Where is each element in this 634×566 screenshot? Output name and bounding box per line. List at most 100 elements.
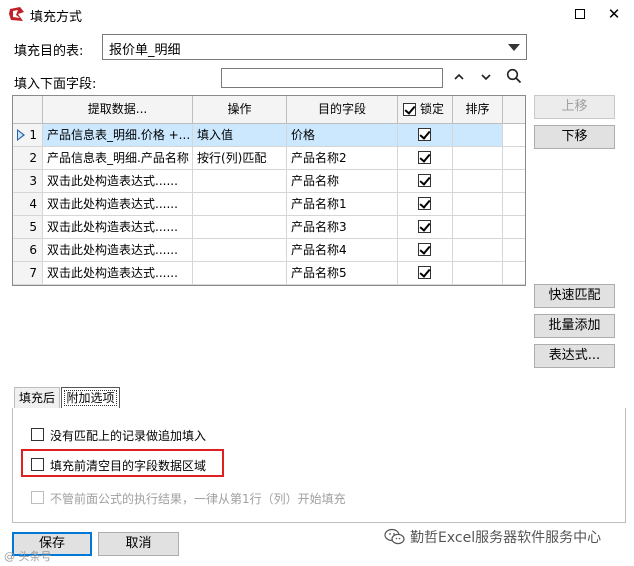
table-row[interactable]: 2 产品信息表_明细.产品名称 按行(列)匹配 产品名称2 (13, 147, 525, 170)
operation-cell[interactable] (193, 216, 287, 238)
column-header-sort[interactable]: 排序 (453, 96, 503, 123)
table-row[interactable]: 6 双击此处构造表达式...... 产品名称4 (13, 239, 525, 262)
start-from-first-checkbox[interactable] (31, 491, 44, 504)
lock-cell[interactable] (398, 193, 453, 215)
lock-checkbox[interactable] (418, 266, 431, 279)
field-entry-label: 填入下面字段: (14, 77, 97, 92)
window-title: 填充方式 (30, 10, 83, 25)
operation-cell[interactable]: 按行(列)匹配 (193, 147, 287, 169)
source-cell[interactable]: 双击此处构造表达式...... (43, 216, 193, 238)
search-icon[interactable] (503, 68, 525, 90)
column-header-spacer (503, 96, 525, 123)
row-number-label: 7 (29, 266, 37, 280)
row-number: 4 (13, 193, 43, 215)
grid-header: 提取数据... 操作 目的字段 锁定 排序 (13, 96, 525, 124)
lock-checkbox[interactable] (418, 128, 431, 141)
close-icon: ✕ (607, 5, 621, 23)
sort-cell[interactable] (453, 147, 503, 169)
lock-cell[interactable] (398, 239, 453, 261)
quick-match-button[interactable]: 快速匹配 (534, 284, 615, 308)
source-cell[interactable]: 产品信息表_明细.价格 +... (43, 124, 193, 146)
sort-cell[interactable] (453, 170, 503, 192)
row-number: 1 (13, 124, 43, 146)
target-table-label: 填充目的表: (14, 44, 84, 59)
clear-before-fill-checkbox[interactable] (31, 458, 44, 471)
target-cell[interactable]: 产品名称2 (287, 147, 398, 169)
source-cell[interactable]: 双击此处构造表达式...... (43, 262, 193, 284)
row-number: 3 (13, 170, 43, 192)
lock-cell[interactable] (398, 170, 453, 192)
row-number-label: 6 (29, 243, 37, 257)
lock-checkbox[interactable] (418, 197, 431, 210)
column-header-operation[interactable]: 操作 (193, 96, 287, 123)
column-header-lock-label: 锁定 (420, 102, 445, 116)
operation-cell[interactable]: 填入值 (193, 124, 287, 146)
sort-cell[interactable] (453, 239, 503, 261)
table-row[interactable]: 7 双击此处构造表达式...... 产品名称5 (13, 262, 525, 285)
close-button[interactable]: ✕ (600, 2, 628, 26)
operation-cell[interactable] (193, 262, 287, 284)
batch-add-button[interactable]: 批量添加 (534, 314, 615, 338)
column-header-target[interactable]: 目的字段 (287, 96, 398, 123)
operation-cell[interactable] (193, 193, 287, 215)
append-unmatched-label[interactable]: 没有匹配上的记录做追加填入 (50, 427, 206, 444)
source-cell[interactable]: 双击此处构造表达式...... (43, 193, 193, 215)
sort-cell[interactable] (453, 193, 503, 215)
target-cell[interactable]: 产品名称 (287, 170, 398, 192)
source-cell[interactable]: 产品信息表_明细.产品名称 (43, 147, 193, 169)
tab-after-fill[interactable]: 填充后 (14, 387, 60, 409)
chevron-down-nav-icon[interactable] (475, 68, 497, 90)
target-cell[interactable]: 产品名称5 (287, 262, 398, 284)
row-number-label: 2 (29, 151, 37, 165)
chevron-up-icon[interactable] (448, 68, 470, 90)
lock-cell[interactable] (398, 216, 453, 238)
lock-checkbox[interactable] (418, 151, 431, 164)
target-cell[interactable]: 价格 (287, 124, 398, 146)
move-up-button[interactable]: 上移 (534, 95, 615, 119)
field-search-input[interactable] (221, 68, 443, 88)
table-row[interactable]: 1 产品信息表_明细.价格 +... 填入值 价格 (13, 124, 525, 147)
current-row-indicator-icon (17, 129, 25, 141)
sort-cell[interactable] (453, 216, 503, 238)
clear-before-fill-label[interactable]: 填充前清空目的字段数据区域 (50, 457, 206, 474)
target-cell[interactable]: 产品名称3 (287, 216, 398, 238)
field-mapping-grid[interactable]: 提取数据... 操作 目的字段 锁定 排序 1 产品信息表_明细.价格 +... 填… (12, 95, 526, 286)
row-header-corner (13, 96, 43, 123)
tab-extra-options[interactable]: 附加选项 (61, 387, 120, 410)
source-cell[interactable]: 双击此处构造表达式...... (43, 239, 193, 261)
lock-cell[interactable] (398, 147, 453, 169)
column-header-lock[interactable]: 锁定 (398, 96, 453, 123)
target-table-select[interactable]: 报价单_明细 (102, 34, 527, 60)
watermark-text: 勤哲Excel服务器软件服务中心 (410, 530, 602, 546)
expression-button[interactable]: 表达式... (534, 344, 615, 368)
lock-cell[interactable] (398, 262, 453, 284)
target-cell[interactable]: 产品名称4 (287, 239, 398, 261)
maximize-button[interactable] (566, 2, 594, 26)
target-cell[interactable]: 产品名称1 (287, 193, 398, 215)
append-unmatched-checkbox[interactable] (31, 428, 44, 441)
lock-cell[interactable] (398, 124, 453, 146)
operation-cell[interactable] (193, 170, 287, 192)
row-number-label: 3 (29, 174, 37, 188)
start-from-first-label: 不管前面公式的执行结果，一律从第1行（列）开始填充 (50, 492, 346, 506)
lock-checkbox[interactable] (418, 174, 431, 187)
operation-cell[interactable] (193, 239, 287, 261)
table-row[interactable]: 3 双击此处构造表达式...... 产品名称 (13, 170, 525, 193)
lock-checkbox[interactable] (418, 220, 431, 233)
tab-extra-options-label: 附加选项 (64, 390, 117, 406)
maximize-icon (575, 9, 585, 19)
source-cell[interactable]: 双击此处构造表达式...... (43, 170, 193, 192)
chevron-down-icon (508, 44, 520, 51)
table-row[interactable]: 4 双击此处构造表达式...... 产品名称1 (13, 193, 525, 216)
move-down-button[interactable]: 下移 (534, 125, 615, 149)
lock-checkbox[interactable] (418, 243, 431, 256)
sort-cell[interactable] (453, 262, 503, 284)
table-row[interactable]: 5 双击此处构造表达式...... 产品名称3 (13, 216, 525, 239)
watermark-small-text: @ 头条号 (4, 550, 52, 563)
row-number: 6 (13, 239, 43, 261)
row-number-label: 5 (29, 220, 37, 234)
lock-all-checkbox[interactable] (403, 103, 416, 116)
sort-cell[interactable] (453, 124, 503, 146)
column-header-source[interactable]: 提取数据... (43, 96, 193, 123)
cancel-button[interactable]: 取消 (98, 532, 179, 556)
